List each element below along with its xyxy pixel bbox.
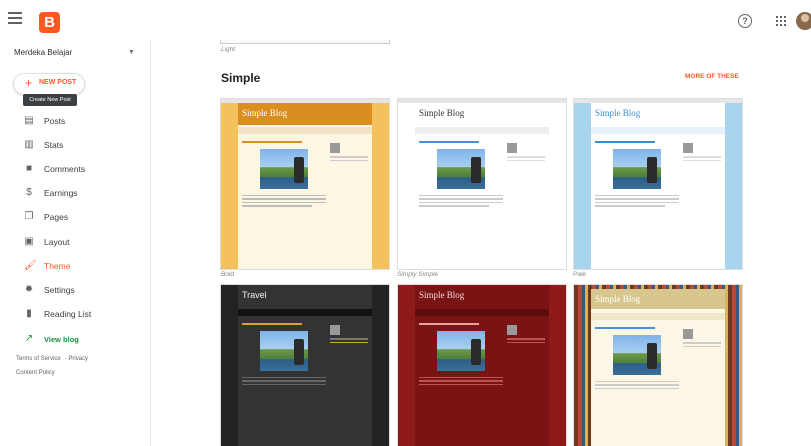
help-icon[interactable]: ? bbox=[738, 14, 752, 28]
view-blog-label: View blog bbox=[44, 335, 79, 344]
post-image bbox=[260, 148, 308, 189]
sidebar-item-label: Comments bbox=[44, 164, 86, 174]
new-post-button[interactable]: + NEW POST bbox=[13, 73, 85, 95]
theme-blog-title: Simple Blog bbox=[595, 108, 641, 118]
sidebar-item-label: Stats bbox=[44, 140, 64, 150]
sidebar-item-label: Pages bbox=[44, 212, 69, 222]
more-of-these-link[interactable]: MORE OF THESE bbox=[685, 73, 739, 80]
external-link-icon: ↗ bbox=[24, 333, 34, 344]
theme-blog-title: Simple Blog bbox=[595, 294, 641, 304]
section-title: Simple bbox=[221, 71, 261, 85]
sidebar-item-theme[interactable]: 🖌 Theme bbox=[22, 258, 142, 276]
blogger-logo[interactable]: B bbox=[39, 12, 60, 33]
new-post-tooltip: Create New Post bbox=[23, 94, 77, 106]
sidebar-item-pages[interactable]: ❐ Pages bbox=[22, 209, 142, 227]
stats-icon: ▥ bbox=[24, 139, 34, 150]
theme-blog-title: Simple Blog bbox=[419, 108, 465, 118]
settings-icon: ✹ bbox=[24, 284, 34, 295]
theme-blog-title: Simple Blog bbox=[242, 108, 288, 118]
post-image bbox=[613, 334, 661, 375]
sidebar-item-label: Settings bbox=[44, 285, 75, 295]
sidebar-item-earnings[interactable]: $ Earnings bbox=[22, 185, 142, 203]
footer-links: Terms of Service · Privacy Content Policy bbox=[16, 356, 89, 376]
hamburger-menu-icon[interactable] bbox=[8, 12, 22, 26]
terms-link[interactable]: Terms of Service bbox=[16, 356, 61, 362]
sidebar-item-label: Earnings bbox=[44, 188, 78, 198]
sidebar-item-label: Reading List bbox=[44, 309, 92, 319]
post-image bbox=[260, 330, 308, 371]
sidebar-item-label: Layout bbox=[44, 237, 70, 247]
theme-preview-bookshelf[interactable]: Simple Blog bbox=[573, 284, 743, 446]
earnings-icon: $ bbox=[26, 187, 32, 198]
post-image bbox=[437, 148, 485, 189]
theme-gallery: Light Simple MORE OF THESE Simple Blog B… bbox=[151, 40, 811, 446]
theme-caption-pale: Pale bbox=[573, 271, 587, 278]
sidebar-item-label: Theme bbox=[44, 261, 71, 271]
theme-preview-red[interactable]: Simple Blog bbox=[397, 284, 567, 446]
sidebar-item-posts[interactable]: ▤ Posts bbox=[22, 113, 142, 131]
chevron-down-icon[interactable]: ▼ bbox=[128, 49, 135, 56]
new-post-label: NEW POST bbox=[39, 79, 77, 86]
theme-preview-pale[interactable]: Simple Blog bbox=[573, 98, 743, 270]
theme-preview-travel[interactable]: Travel bbox=[220, 284, 390, 446]
theme-blog-title: Simple Blog bbox=[419, 290, 465, 300]
previous-theme-preview[interactable] bbox=[220, 40, 390, 44]
pages-icon: ❐ bbox=[24, 211, 34, 222]
theme-blog-title: Travel bbox=[242, 290, 267, 300]
sidebar-item-settings[interactable]: ✹ Settings bbox=[22, 282, 142, 300]
sidebar-item-label: Posts bbox=[44, 116, 66, 126]
top-bar: B ? bbox=[0, 0, 811, 41]
sidebar-item-comments[interactable]: ■ Comments bbox=[22, 161, 142, 179]
blog-selector[interactable]: Merdeka Belajar bbox=[14, 48, 72, 57]
plus-icon: + bbox=[25, 76, 33, 90]
sidebar-item-stats[interactable]: ▥ Stats bbox=[22, 137, 142, 155]
content-policy-link[interactable]: Content Policy bbox=[16, 370, 55, 376]
reading-list-icon: ▮ bbox=[26, 308, 32, 319]
post-image bbox=[613, 148, 661, 189]
theme-caption-bold: Bold bbox=[221, 271, 235, 278]
previous-theme-caption: Light bbox=[221, 46, 236, 53]
avatar[interactable] bbox=[796, 12, 811, 30]
theme-preview-bold[interactable]: Simple Blog bbox=[220, 98, 390, 270]
sidebar-item-layout[interactable]: ▣ Layout bbox=[22, 234, 142, 252]
theme-icon: 🖌 bbox=[24, 260, 37, 271]
sidebar-item-reading-list[interactable]: ▮ Reading List bbox=[22, 306, 142, 324]
apps-grid-icon[interactable] bbox=[776, 16, 786, 26]
posts-icon: ▤ bbox=[24, 115, 34, 126]
theme-caption-simply-simple: Simply Simple bbox=[397, 271, 439, 278]
layout-icon: ▣ bbox=[24, 236, 34, 247]
view-blog-link[interactable]: ↗ View blog bbox=[22, 331, 142, 349]
privacy-link[interactable]: Privacy bbox=[68, 356, 88, 362]
post-image bbox=[437, 330, 485, 371]
theme-preview-simply-simple[interactable]: Simple Blog bbox=[397, 98, 567, 270]
comments-icon: ■ bbox=[25, 163, 33, 174]
